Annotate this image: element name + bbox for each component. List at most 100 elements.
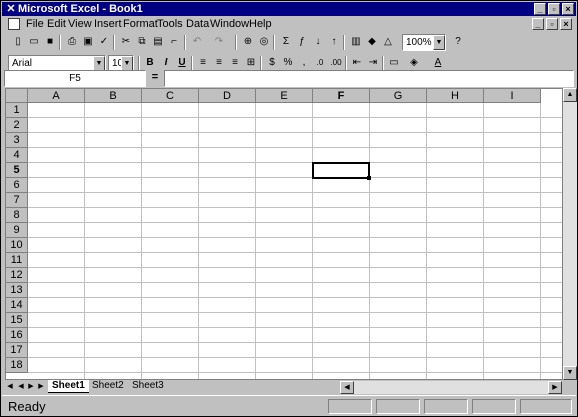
row-header[interactable]: 14 [6,298,28,313]
paste-function-icon[interactable]: ƒ [294,34,310,50]
scroll-left-icon[interactable]: ◀ [340,381,354,394]
fill-color-icon[interactable]: ◈ [406,55,422,71]
row-header[interactable]: 16 [6,328,28,343]
sheet-tab[interactable]: Sheet3 [128,380,168,393]
first-sheet-icon[interactable]: ◀ [5,381,15,393]
map-icon[interactable]: ◆ [364,34,380,50]
menu-tools[interactable]: Tools [157,16,183,32]
drawing-icon[interactable]: △ [380,34,396,50]
font-color-icon[interactable]: A [430,55,446,71]
dec-decimal-icon[interactable]: .00 [328,55,344,71]
new-icon[interactable]: ▯ [10,34,26,50]
sheet-tab[interactable]: Sheet2 [88,380,128,393]
close-button[interactable]: × [562,3,574,15]
column-header[interactable]: E [256,89,313,103]
autosum-icon[interactable]: Σ [278,34,294,50]
row-header[interactable]: 15 [6,313,28,328]
row-header[interactable]: 18 [6,358,28,373]
inc-decimal-icon[interactable]: .0 [312,55,328,71]
font-dropdown-icon[interactable]: ▼ [93,56,105,71]
paste-icon[interactable]: ▤ [150,34,166,50]
cut-icon[interactable]: ✂ [118,34,134,50]
sort-desc-icon[interactable]: ↑ [326,34,342,50]
last-sheet-icon[interactable]: ▶ [36,381,46,393]
doc-close-button[interactable]: × [560,18,572,30]
column-header[interactable]: C [142,89,199,103]
web-toolbar-icon[interactable]: ◎ [256,34,272,50]
print-preview-icon[interactable]: ▣ [80,34,96,50]
row-header[interactable]: 11 [6,253,28,268]
menu-help[interactable]: Help [249,16,272,32]
sheet-tab[interactable]: Sheet1 [48,380,89,393]
scroll-right-icon[interactable]: ▶ [548,381,562,394]
column-header[interactable]: G [370,89,427,103]
percent-icon[interactable]: % [280,55,296,71]
row-header[interactable]: 4 [6,148,28,163]
print-icon[interactable]: ⎙ [64,34,80,50]
row-header[interactable]: 5 [6,163,28,178]
menu-file[interactable]: File [26,16,44,32]
row-header[interactable]: 6 [6,178,28,193]
row-header[interactable]: 17 [6,343,28,358]
doc-minimize-button[interactable]: _ [532,18,544,30]
menu-format[interactable]: Format [123,16,158,32]
restore-button[interactable]: ▫ [548,3,560,15]
open-icon[interactable]: ▭ [26,34,42,50]
horizontal-scrollbar[interactable]: ◀ ▶ [340,381,562,394]
bold-icon[interactable]: B [142,55,158,71]
menu-insert[interactable]: Insert [94,16,122,32]
sort-asc-icon[interactable]: ↓ [310,34,326,50]
scroll-down-icon[interactable]: ▼ [563,366,577,380]
row-header[interactable]: 2 [6,118,28,133]
active-cell[interactable] [312,162,371,180]
row-header[interactable]: 8 [6,208,28,223]
copy-icon[interactable]: ⧉ [134,34,150,50]
help-icon[interactable]: ? [450,34,466,50]
row-header[interactable]: 10 [6,238,28,253]
currency-icon[interactable]: $ [264,55,280,71]
doc-restore-button[interactable]: ▫ [546,18,558,30]
fill-handle[interactable] [367,176,371,180]
comma-icon[interactable]: , [296,55,312,71]
undo-icon[interactable]: ↶ [189,34,205,50]
name-box[interactable]: F5 [4,70,146,87]
edit-formula-button[interactable]: = [148,70,162,87]
zoom-dropdown-icon[interactable]: ▼ [433,35,445,50]
row-header[interactable]: 12 [6,268,28,283]
hyperlink-icon[interactable]: ⊕ [240,34,256,50]
row-header[interactable]: 13 [6,283,28,298]
redo-icon[interactable]: ↷ [211,34,227,50]
spelling-icon[interactable]: ✓ [96,34,112,50]
underline-icon[interactable]: U [174,55,190,71]
row-header[interactable]: 3 [6,133,28,148]
align-left-icon[interactable]: ≡ [195,55,211,71]
title-bar[interactable]: ✕ Microsoft Excel - Book1 _ ▫ × [2,2,576,16]
formula-input[interactable] [164,70,574,87]
save-icon[interactable]: ■ [42,34,58,50]
column-header[interactable]: A [28,89,85,103]
prev-sheet-icon[interactable]: ◀ [16,381,26,393]
row-header[interactable]: 1 [6,103,28,118]
inc-indent-icon[interactable]: ⇥ [365,55,381,71]
chart-wizard-icon[interactable]: ▥ [348,34,364,50]
menu-data[interactable]: Data [186,16,209,32]
document-icon[interactable] [8,18,20,30]
format-painter-icon[interactable]: ⌐ [166,34,182,50]
vertical-scrollbar[interactable]: ▲ ▼ [563,88,577,380]
column-header[interactable]: D [199,89,256,103]
menu-window[interactable]: Window [210,16,249,32]
menu-view[interactable]: View [68,16,92,32]
size-dropdown-icon[interactable]: ▼ [121,56,133,71]
column-header[interactable]: I [484,89,541,103]
row-header[interactable]: 9 [6,223,28,238]
borders-icon[interactable]: ▭ [386,55,402,71]
select-all-button[interactable] [6,89,28,103]
column-header[interactable]: B [85,89,142,103]
zoom-select[interactable]: 100% ▼ [402,34,446,51]
italic-icon[interactable]: I [158,55,174,71]
minimize-button[interactable]: _ [534,3,546,15]
scroll-up-icon[interactable]: ▲ [563,88,577,102]
menu-edit[interactable]: Edit [47,16,66,32]
row-header[interactable]: 7 [6,193,28,208]
merge-center-icon[interactable]: ⊞ [243,55,259,71]
